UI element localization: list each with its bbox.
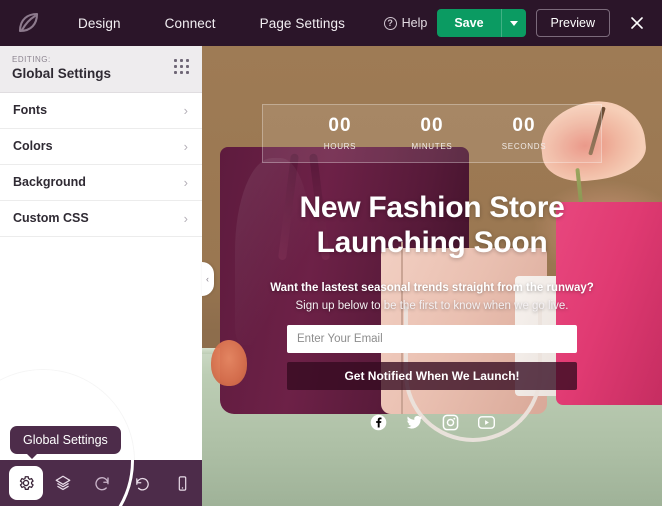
layers-button[interactable] (43, 460, 83, 506)
seedprod-leaf-logo-icon[interactable] (0, 0, 56, 46)
hero-subheading-secondary: Sign up below to be the first to know wh… (295, 300, 569, 313)
instagram-icon[interactable] (442, 414, 459, 431)
nav-item-page-settings[interactable]: Page Settings (238, 10, 367, 37)
hero-subheading-primary: Want the lastest seasonal trends straigh… (270, 282, 594, 295)
editing-label: EDITING: (12, 55, 51, 64)
question-circle-icon: ? (383, 16, 397, 30)
close-button[interactable] (622, 8, 652, 38)
countdown-seconds-label: SECONDS (501, 141, 547, 151)
preview-button[interactable]: Preview (535, 9, 610, 37)
top-toolbar: Design Connect Page Settings ? Help Save… (0, 0, 662, 46)
global-settings-tooltip: Global Settings (10, 426, 121, 459)
sidebar-bottom-toolbar (0, 460, 202, 506)
help-label: Help (401, 16, 428, 30)
save-dropdown-toggle[interactable] (500, 9, 526, 37)
sidebar-item-label: Custom CSS (13, 211, 89, 226)
hero-section: 00 HOURS 00 MINUTES 00 SECONDS New Fashi… (202, 46, 662, 506)
youtube-icon[interactable] (477, 414, 495, 431)
email-input[interactable] (287, 325, 577, 354)
countdown-unit-minutes: 00 MINUTES (401, 115, 463, 151)
save-button-group: Save (437, 9, 526, 37)
help-button[interactable]: ? Help (383, 16, 428, 30)
toolbar-right-group (122, 460, 202, 506)
undo-icon (95, 477, 109, 491)
countdown-minutes-value: 00 (420, 115, 444, 136)
sidebar-item-custom-css[interactable]: Custom CSS › (0, 201, 202, 237)
sidebar-item-colors[interactable]: Colors › (0, 129, 202, 165)
close-icon (631, 17, 643, 29)
countdown-seconds-value: 00 (512, 115, 536, 136)
countdown-hours-label: HOURS (323, 141, 357, 151)
settings-list: Fonts › Colors › Background › Custom CSS… (0, 93, 202, 237)
chevron-down-icon (509, 20, 518, 26)
page-canvas[interactable]: 00 HOURS 00 MINUTES 00 SECONDS New Fashi… (202, 46, 662, 506)
nav-item-connect[interactable]: Connect (143, 10, 238, 37)
headline-line-1: New Fashion Store (299, 190, 565, 224)
gear-icon (19, 476, 34, 490)
facebook-icon[interactable] (370, 414, 387, 431)
grid-dots-icon[interactable] (174, 59, 190, 75)
hero-headline[interactable]: New Fashion Store Launching Soon (300, 191, 565, 261)
chevron-left-icon: ‹ (206, 273, 209, 284)
countdown-minutes-label: MINUTES (411, 141, 453, 151)
save-button[interactable]: Save (437, 9, 501, 37)
mobile-device-icon (178, 475, 186, 491)
mobile-preview-button[interactable] (162, 460, 202, 506)
get-notified-button[interactable]: Get Notified When We Launch! (287, 362, 577, 391)
redo-icon (135, 477, 149, 490)
redo-button[interactable] (122, 460, 162, 506)
countdown-hours-value: 00 (328, 115, 352, 136)
countdown-unit-hours: 00 HOURS (309, 115, 371, 151)
top-toolbar-actions: ? Help Save Preview (383, 8, 662, 38)
countdown-timer[interactable]: 00 HOURS 00 MINUTES 00 SECONDS (262, 104, 602, 163)
undo-button[interactable] (82, 460, 122, 506)
sidebar-header-text: EDITING: Global Settings (12, 55, 174, 82)
nav-item-design[interactable]: Design (56, 10, 143, 37)
chevron-right-icon: › (183, 210, 188, 226)
chevron-right-icon: › (183, 174, 188, 190)
sidebar-header: EDITING: Global Settings (0, 46, 202, 93)
twitter-icon[interactable] (406, 414, 423, 431)
countdown-unit-seconds: 00 SECONDS (493, 115, 555, 151)
optin-form: Get Notified When We Launch! (287, 325, 577, 391)
sidebar-item-fonts[interactable]: Fonts › (0, 93, 202, 129)
sidebar-item-label: Fonts (13, 103, 48, 118)
social-links (370, 414, 495, 431)
chevron-right-icon: › (183, 102, 188, 118)
headline-line-2: Launching Soon (316, 225, 548, 259)
global-settings-button[interactable] (9, 466, 43, 500)
sidebar-title: Global Settings (12, 65, 112, 81)
page-builder-app: Design Connect Page Settings ? Help Save… (0, 0, 662, 506)
sidebar-item-label: Colors (13, 139, 53, 154)
layers-icon (55, 475, 70, 491)
top-nav: Design Connect Page Settings (56, 10, 367, 37)
chevron-right-icon: › (183, 138, 188, 154)
sidebar-item-label: Background (13, 175, 86, 190)
sidebar-item-background[interactable]: Background › (0, 165, 202, 201)
